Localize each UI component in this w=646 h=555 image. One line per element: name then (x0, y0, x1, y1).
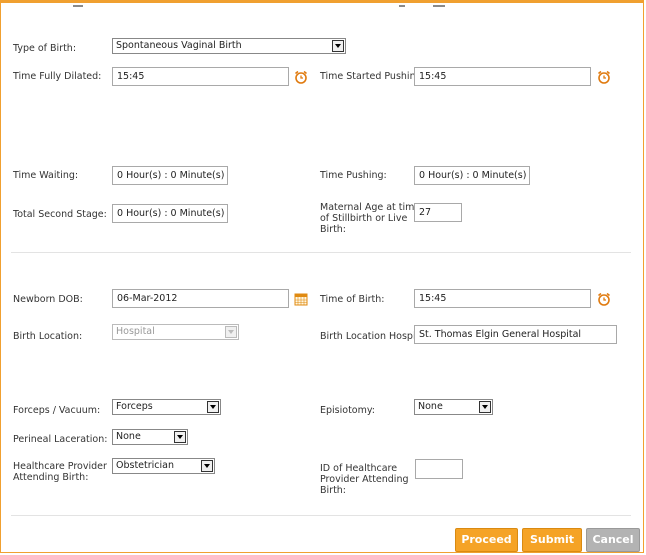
chevron-down-icon[interactable] (207, 401, 219, 413)
form-panel: Type of Birth: Spontaneous Vaginal Birth… (0, 0, 644, 553)
cancel-button[interactable]: Cancel (586, 528, 640, 552)
time-of-birth-input[interactable]: 15:45 (414, 289, 591, 308)
time-waiting-label: Time Waiting: (13, 170, 79, 181)
healthcare-provider-value: Obstetrician (116, 460, 175, 471)
healthcare-provider-label: Healthcare Provider Attending Birth: (13, 461, 107, 483)
episiotomy-select[interactable]: None (414, 399, 493, 415)
alarm-clock-icon[interactable] (597, 70, 611, 84)
time-fully-dilated-label: Time Fully Dilated: (13, 71, 102, 82)
proceed-button[interactable]: Proceed (455, 528, 518, 552)
time-fully-dilated-input[interactable]: 15:45 (112, 67, 289, 86)
newborn-dob-input[interactable]: 06-Mar-2012 (112, 289, 289, 308)
section-divider (11, 252, 631, 253)
alarm-clock-icon[interactable] (597, 292, 611, 306)
time-started-pushing-input[interactable]: 15:45 (414, 67, 591, 86)
forceps-vacuum-label: Forceps / Vacuum: (13, 405, 101, 416)
type-of-birth-select[interactable]: Spontaneous Vaginal Birth (112, 38, 346, 54)
top-edge (1, 3, 641, 9)
time-started-pushing-label: Time Started Pushing: (320, 71, 425, 82)
chevron-down-icon[interactable] (201, 460, 213, 472)
calendar-icon[interactable] (294, 292, 308, 306)
total-second-stage-label: Total Second Stage: (13, 209, 107, 220)
footer-divider (11, 515, 631, 516)
chevron-down-icon[interactable] (174, 431, 186, 443)
birth-location-value: Hospital (116, 326, 155, 337)
time-of-birth-label: Time of Birth: (320, 294, 385, 305)
perineal-laceration-value: None (116, 431, 141, 442)
type-of-birth-value: Spontaneous Vaginal Birth (116, 40, 242, 51)
submit-button[interactable]: Submit (522, 528, 582, 552)
episiotomy-label: Episiotomy: (320, 405, 375, 416)
time-pushing-label: Time Pushing: (320, 170, 387, 181)
perineal-laceration-select[interactable]: None (112, 429, 188, 445)
chevron-down-icon[interactable] (332, 40, 344, 52)
chevron-down-icon (225, 326, 237, 338)
birth-location-select: Hospital (112, 324, 239, 340)
provider-id-input[interactable] (415, 459, 463, 479)
newborn-dob-label: Newborn DOB: (13, 294, 83, 305)
birth-location-hospital-input[interactable]: St. Thomas Elgin General Hospital (414, 325, 617, 344)
time-pushing-input[interactable]: 0 Hour(s) : 0 Minute(s) (414, 166, 530, 185)
provider-id-label: ID of Healthcare Provider Attending Birt… (320, 463, 409, 496)
maternal-age-input[interactable]: 27 (414, 203, 462, 222)
episiotomy-value: None (418, 401, 443, 412)
maternal-age-label: Maternal Age at time of Stillbirth or Li… (320, 202, 421, 235)
alarm-clock-icon[interactable] (294, 70, 308, 84)
time-waiting-input[interactable]: 0 Hour(s) : 0 Minute(s) (112, 166, 228, 185)
forceps-vacuum-select[interactable]: Forceps (112, 399, 221, 415)
type-of-birth-label: Type of Birth: (13, 43, 77, 54)
healthcare-provider-select[interactable]: Obstetrician (112, 458, 215, 474)
total-second-stage-input[interactable]: 0 Hour(s) : 0 Minute(s) (112, 204, 228, 223)
birth-location-label: Birth Location: (13, 331, 83, 342)
perineal-laceration-label: Perineal Laceration: (13, 434, 108, 445)
chevron-down-icon[interactable] (479, 401, 491, 413)
forceps-vacuum-value: Forceps (116, 401, 153, 412)
